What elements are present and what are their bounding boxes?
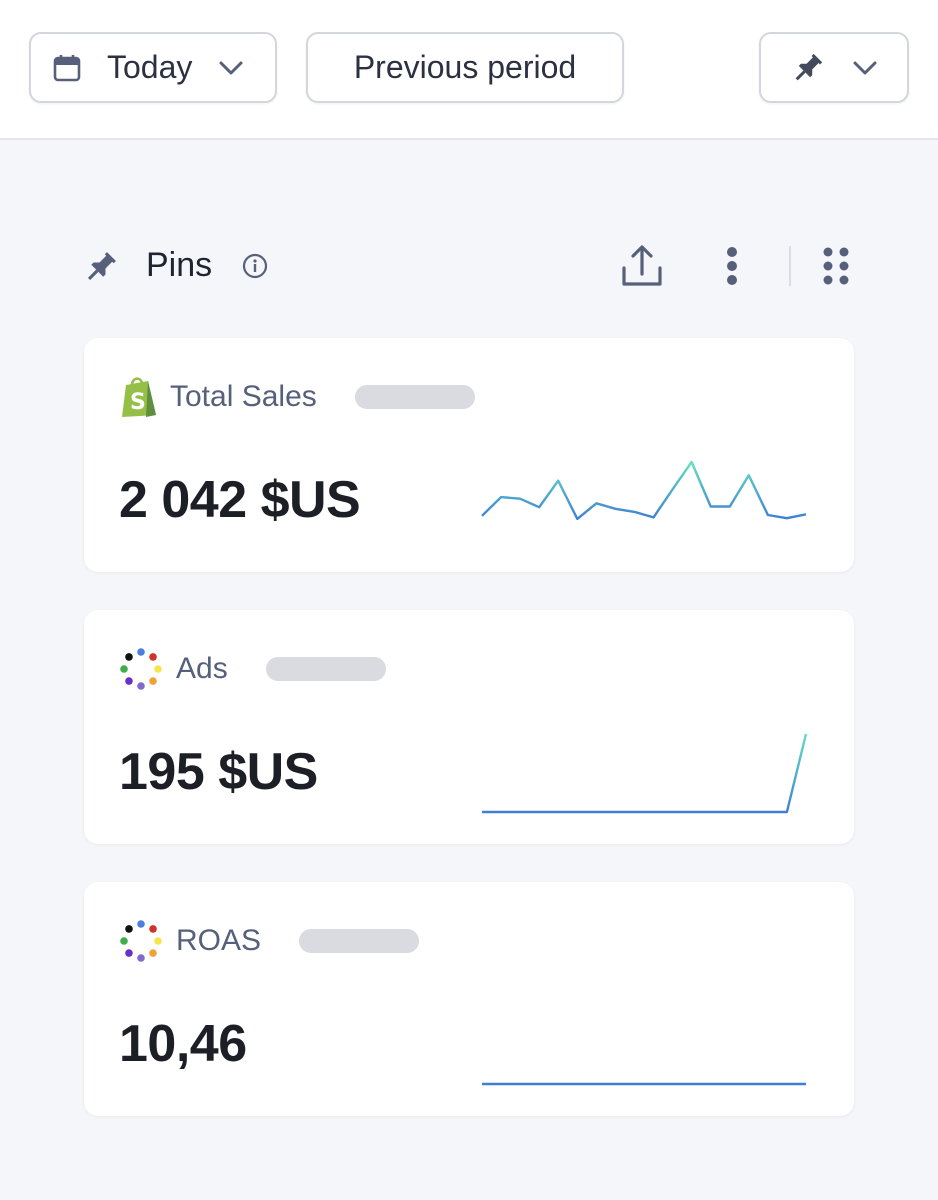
sparkline-chart xyxy=(482,1082,806,1086)
ads-dot xyxy=(125,949,133,957)
compare-period-button[interactable]: Previous period xyxy=(306,32,624,103)
metric-value: 195 $US xyxy=(119,743,318,801)
metric-card-roas[interactable]: ROAS 10,46 xyxy=(84,882,854,1116)
calendar-icon xyxy=(53,54,81,81)
date-range-label: Today xyxy=(107,49,193,85)
pin-icon xyxy=(87,252,116,281)
ads-dot xyxy=(149,925,157,933)
ads-dot xyxy=(149,653,157,661)
metric-card-header: ROAS xyxy=(118,918,420,964)
loading-placeholder xyxy=(299,929,420,953)
toolbar-divider xyxy=(789,246,791,286)
shopify-icon: S xyxy=(122,377,156,417)
sparkline-chart xyxy=(482,733,808,814)
sparkline-series xyxy=(482,733,808,814)
sparkline-series xyxy=(481,460,807,521)
drag-grid-icon[interactable] xyxy=(822,246,850,288)
metric-card-header: Ads xyxy=(118,646,386,692)
ads-dot xyxy=(137,920,145,928)
pins-section-header: Pins xyxy=(82,240,854,294)
ads-dot xyxy=(154,937,162,945)
more-vertical-icon[interactable] xyxy=(720,246,744,288)
metric-card-total-sales[interactable]: S Total Sales 2 042 $US xyxy=(84,338,854,572)
loading-placeholder xyxy=(265,657,386,681)
pin-icon xyxy=(795,53,823,80)
chevron-down-icon xyxy=(853,61,877,74)
metric-name: ROAS xyxy=(176,924,262,957)
loading-placeholder xyxy=(354,385,475,409)
ads-dot xyxy=(149,949,157,957)
ads-dot xyxy=(120,665,128,673)
share-icon[interactable] xyxy=(620,244,664,288)
ads-dot xyxy=(120,937,128,945)
chevron-down-icon xyxy=(219,61,243,74)
ads-dot xyxy=(125,925,133,933)
metric-card-ads[interactable]: Ads 195 $US xyxy=(84,610,854,844)
date-range-button[interactable]: Today xyxy=(29,32,277,103)
pin-menu-button[interactable] xyxy=(759,32,909,103)
ads-dots-icon xyxy=(120,920,162,962)
metric-name: Total Sales xyxy=(170,380,317,413)
ads-dot xyxy=(125,677,133,685)
ads-dot xyxy=(125,653,133,661)
svg-text:S: S xyxy=(130,390,146,415)
metric-value: 2 042 $US xyxy=(119,471,361,529)
metric-name: Ads xyxy=(176,652,228,685)
section-title: Pins xyxy=(146,246,213,284)
ads-dot xyxy=(154,665,162,673)
ads-dot xyxy=(137,682,145,690)
compare-period-label: Previous period xyxy=(353,49,577,85)
ads-dot xyxy=(137,648,145,656)
top-toolbar: Today Previous period xyxy=(0,0,938,140)
ads-dots-icon xyxy=(120,648,162,690)
sparkline-chart xyxy=(481,460,807,521)
metric-card-header: S Total Sales xyxy=(118,374,475,420)
ads-dot xyxy=(137,954,145,962)
info-icon[interactable] xyxy=(242,253,268,279)
ads-dot xyxy=(149,677,157,685)
metric-value: 10,46 xyxy=(119,1015,247,1073)
